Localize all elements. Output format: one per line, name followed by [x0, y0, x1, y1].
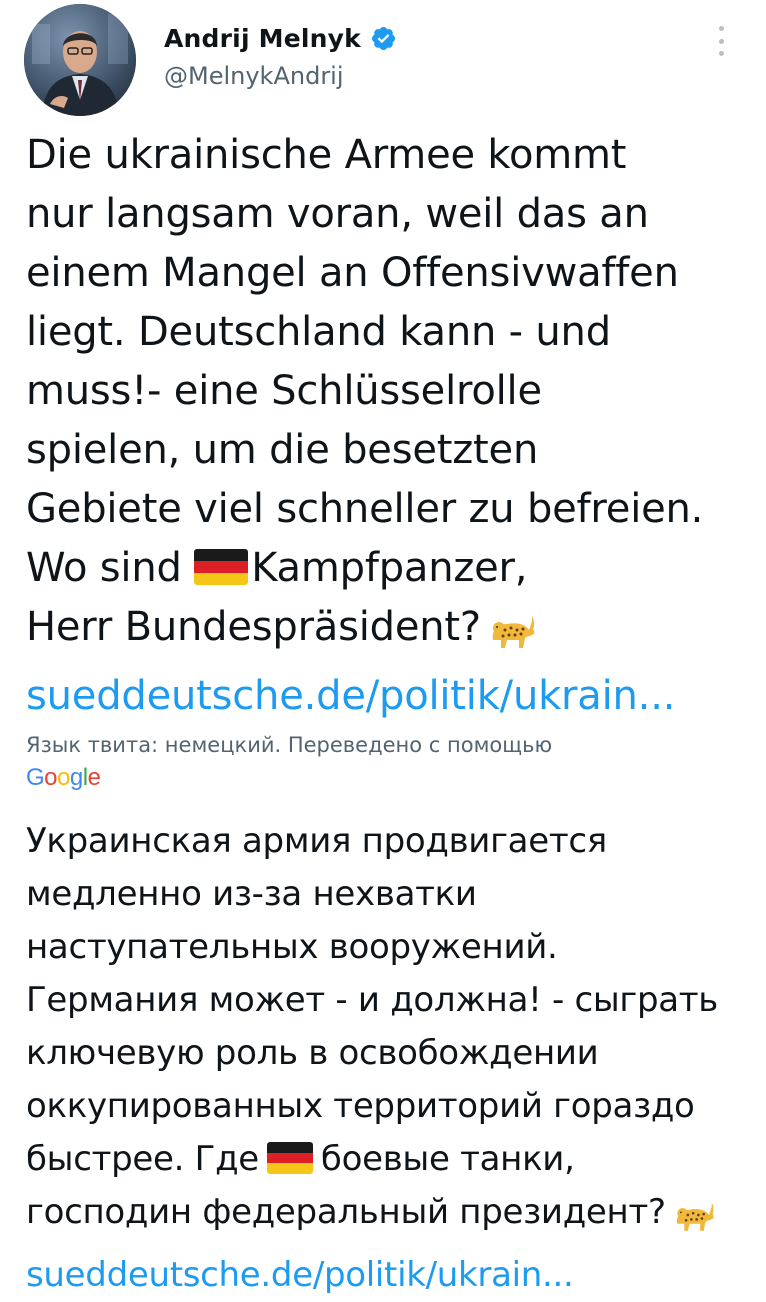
- tweet-text-fragment: Herr Bundespräsident?: [26, 604, 481, 650]
- leopard-emoji: [487, 608, 537, 667]
- tweet-text-original: Die ukrainische Armee kommt nur langsam …: [26, 126, 751, 726]
- german-flag-emoji: [194, 549, 249, 585]
- translated-text-fragment: быстрее. Где: [26, 1139, 259, 1179]
- tweet: Andrij Melnyk @MelnykAndrij Die ukrainis…: [0, 0, 766, 1295]
- translated-text-line: ключевую роль в освобождении: [26, 1033, 599, 1073]
- more-options-icon[interactable]: [716, 26, 726, 56]
- tweet-text-line: Herr Bundespräsident?: [26, 598, 751, 667]
- translated-text-line: Германия может - и должна! - сыграть: [26, 980, 719, 1020]
- avatar[interactable]: [24, 4, 136, 116]
- german-flag-emoji: [266, 1142, 313, 1174]
- tweet-text-line: Die ukrainische Armee kommt: [26, 132, 627, 178]
- article-link[interactable]: sueddeutsche.de/politik/ukrain...: [26, 673, 675, 719]
- user-block[interactable]: Andrij Melnyk @MelnykAndrij: [164, 20, 397, 90]
- google-logo[interactable]: Google: [26, 764, 101, 792]
- translated-text-line: sueddeutsche.de/politik/ukrain...: [26, 1249, 751, 1302]
- tweet-text-line: Gebiete viel schneller zu befreien.: [26, 486, 704, 532]
- translated-text-line: быстрее. Где боевые танки,: [26, 1133, 751, 1186]
- leopard-emoji: [672, 1196, 716, 1249]
- display-name[interactable]: Andrij Melnyk: [164, 24, 361, 53]
- tweet-text-line: sueddeutsche.de/politik/ukrain...: [26, 667, 751, 726]
- translated-text-line: медленно из-за нехватки: [26, 874, 477, 914]
- tweet-text-fragment: Kampfpanzer,: [251, 545, 528, 591]
- tweet-header: Andrij Melnyk @MelnykAndrij: [24, 4, 742, 116]
- translated-text-line: наступательных вооружений.: [26, 927, 558, 967]
- verified-badge-icon: [370, 25, 397, 52]
- handle[interactable]: @MelnykAndrij: [164, 62, 397, 90]
- translated-text-line: Украинская армия продвигается: [26, 821, 607, 861]
- translated-text-fragment: господин федеральный президент?: [26, 1192, 666, 1232]
- tweet-text-fragment: Wo sind: [26, 545, 195, 591]
- tweet-text-line: nur langsam voran, weil das an: [26, 191, 649, 237]
- translated-text-line: господин федеральный президент?: [26, 1186, 751, 1249]
- tweet-text-line: einem Mangel an Offensivwaffen: [26, 250, 679, 296]
- translation-note: Язык твита: немецкий. Переведено с помощ…: [26, 733, 553, 757]
- article-link-translated[interactable]: sueddeutsche.de/politik/ukrain...: [26, 1255, 574, 1295]
- tweet-text-line: muss!- eine Schlüsselrolle: [26, 368, 542, 414]
- tweet-text-translated: Украинская армия продвигается медленно и…: [26, 815, 751, 1302]
- tweet-text-line: Wo sind Kampfpanzer,: [26, 539, 751, 598]
- translated-text-fragment: боевые танки,: [320, 1139, 575, 1179]
- display-name-row: Andrij Melnyk: [164, 20, 397, 56]
- tweet-text-line: spielen, um die besetzten: [26, 427, 539, 473]
- tweet-text-line: liegt. Deutschland kann - und: [26, 309, 611, 355]
- translated-text-line: оккупированных территорий гораздо: [26, 1086, 695, 1126]
